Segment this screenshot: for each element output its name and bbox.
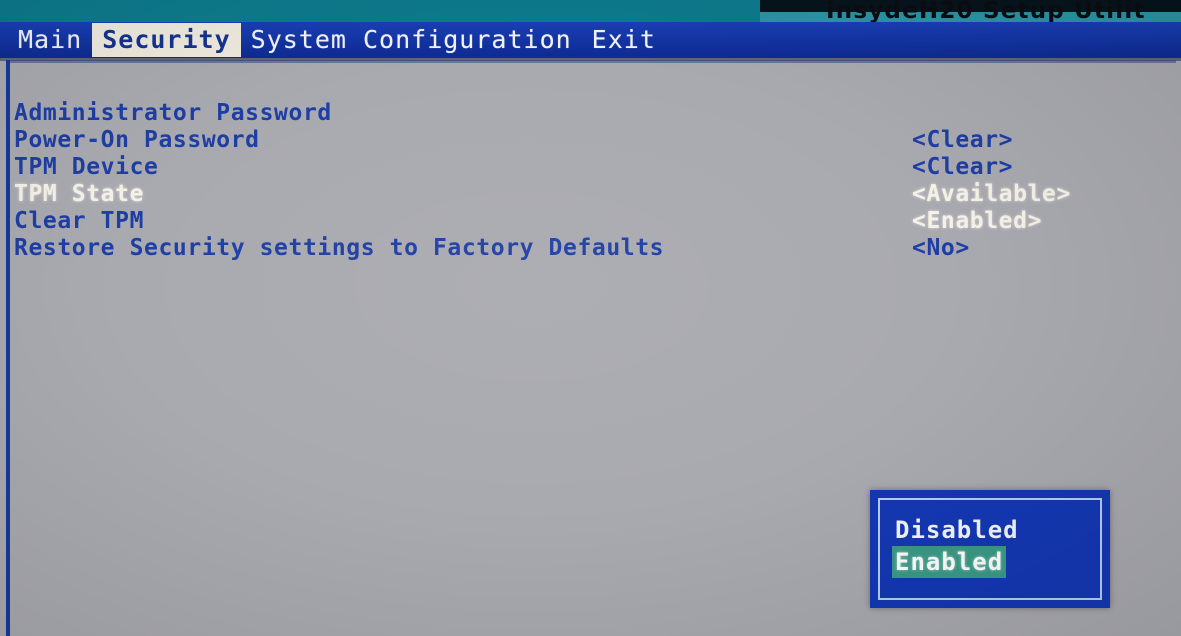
- utility-title: InsydeH20 Setup Utilit: [826, 0, 1146, 24]
- tpm-state-dropdown-popup[interactable]: Disabled Enabled: [870, 490, 1110, 608]
- setting-label: Restore Security settings to Factory Def…: [14, 235, 665, 261]
- setting-label: Clear TPM: [14, 208, 145, 234]
- bios-setup-screen: InsydeH20 Setup Utilit Main Security Sys…: [0, 0, 1181, 636]
- popup-option-enabled[interactable]: Enabled: [892, 546, 1007, 578]
- popup-option-list: Disabled Enabled: [892, 514, 1092, 578]
- menu-tabs: Main Security System Configuration Exit: [0, 22, 666, 58]
- setting-row-tpm-state[interactable]: TPM State <Available>: [0, 181, 1181, 208]
- tab-main[interactable]: Main: [0, 23, 92, 57]
- setting-value[interactable]: <Clear>: [912, 127, 1013, 154]
- tab-system-configuration[interactable]: System Configuration: [241, 23, 582, 57]
- setting-label: TPM State: [14, 181, 145, 207]
- setting-label: Power-On Password: [14, 127, 260, 153]
- setting-row-restore-security-defaults[interactable]: Restore Security settings to Factory Def…: [0, 235, 1181, 262]
- popup-option-disabled[interactable]: Disabled: [892, 514, 1022, 546]
- tab-security[interactable]: Security: [92, 23, 241, 57]
- setting-value[interactable]: <Available>: [912, 181, 1071, 208]
- setting-row-clear-tpm[interactable]: Clear TPM <Enabled>: [0, 208, 1181, 235]
- tab-exit[interactable]: Exit: [582, 23, 666, 57]
- setting-row-administrator-password[interactable]: Administrator Password: [0, 100, 1181, 127]
- setting-row-power-on-password[interactable]: Power-On Password <Clear>: [0, 127, 1181, 154]
- setting-row-tpm-device[interactable]: TPM Device <Clear>: [0, 154, 1181, 181]
- popup-row-disabled[interactable]: Disabled: [892, 514, 1092, 546]
- panel-top-edge: [6, 60, 1176, 63]
- popup-row-enabled[interactable]: Enabled: [892, 546, 1092, 578]
- setting-label: Administrator Password: [14, 100, 332, 126]
- settings-list: Administrator Password Power-On Password…: [0, 100, 1181, 262]
- setting-value[interactable]: <Clear>: [912, 154, 1013, 181]
- setting-value[interactable]: <No>: [912, 235, 970, 262]
- setting-value[interactable]: <Enabled>: [912, 208, 1042, 235]
- setting-label: TPM Device: [14, 154, 159, 180]
